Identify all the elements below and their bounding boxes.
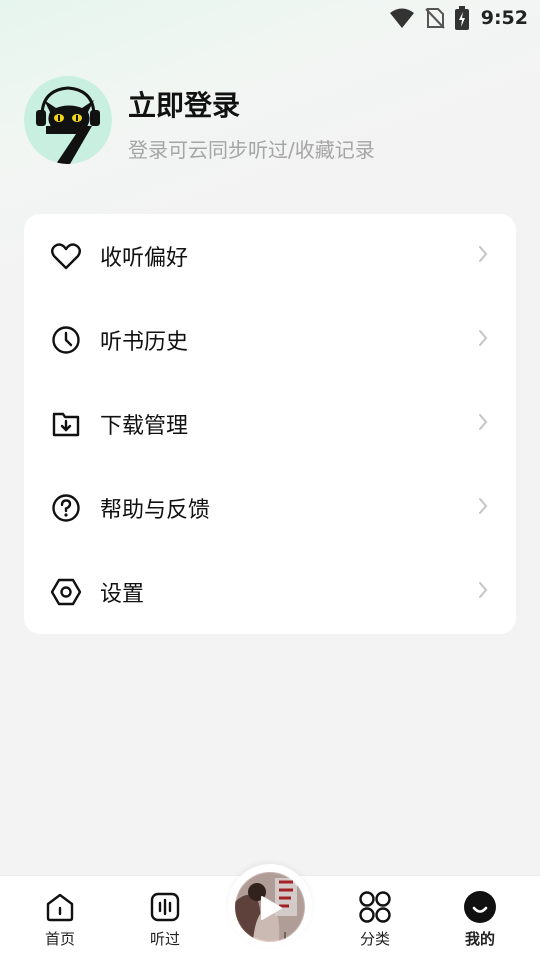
player-button-wrap	[228, 864, 312, 948]
audio-icon	[148, 890, 182, 924]
tab-home[interactable]: 首页	[15, 876, 105, 960]
menu-item-label: 设置	[100, 582, 145, 607]
clock-icon	[50, 324, 82, 356]
grid-circles-icon	[358, 890, 392, 924]
chevron-right-icon	[478, 497, 488, 519]
login-title[interactable]: 立即登录	[128, 84, 240, 124]
home-icon	[43, 890, 77, 924]
wifi-icon	[389, 7, 415, 29]
heart-icon	[50, 240, 82, 272]
profile-circle-icon	[463, 890, 497, 924]
play-icon	[259, 895, 283, 925]
menu-item-label: 听书历史	[100, 330, 189, 355]
tab-listened[interactable]: 听过	[120, 876, 210, 960]
chevron-right-icon	[478, 245, 488, 267]
tab-label: 我的	[464, 930, 495, 948]
chevron-right-icon	[478, 581, 488, 603]
no-sim-icon	[425, 7, 445, 29]
download-folder-icon	[50, 408, 82, 440]
status-time: 9:52	[480, 7, 528, 29]
tab-categories[interactable]: 分类	[330, 876, 420, 960]
hexagon-settings-icon	[50, 576, 82, 608]
black-cat-headphones-avatar[interactable]	[24, 76, 112, 164]
battery-charging-icon	[454, 6, 469, 30]
menu-item-settings[interactable]: 设置	[24, 550, 516, 634]
chevron-right-icon	[478, 329, 488, 351]
menu-item-help-feedback[interactable]: 帮助与反馈	[24, 466, 516, 550]
question-circle-icon	[50, 492, 82, 524]
menu-item-listening-preferences[interactable]: 收听偏好	[24, 214, 516, 298]
menu-item-label: 帮助与反馈	[100, 498, 211, 523]
menu-item-listening-history[interactable]: 听书历史	[24, 298, 516, 382]
tab-label: 听过	[149, 930, 180, 948]
menu-card: 收听偏好 听书历史 下载管理 帮助与反馈 设置	[24, 214, 516, 634]
menu-item-label: 收听偏好	[100, 246, 189, 271]
status-bar: 9:52	[0, 0, 540, 36]
menu-item-download-management[interactable]: 下载管理	[24, 382, 516, 466]
now-playing-cover[interactable]	[235, 872, 305, 942]
tab-label: 首页	[44, 930, 75, 948]
profile-header[interactable]: 立即登录 登录可云同步听过/收藏记录	[24, 76, 516, 166]
tab-mine[interactable]: 我的	[435, 876, 525, 960]
tab-label: 分类	[359, 930, 390, 948]
menu-item-label: 下载管理	[100, 414, 189, 439]
chevron-right-icon	[478, 413, 488, 435]
login-subtitle: 登录可云同步听过/收藏记录	[128, 138, 375, 162]
